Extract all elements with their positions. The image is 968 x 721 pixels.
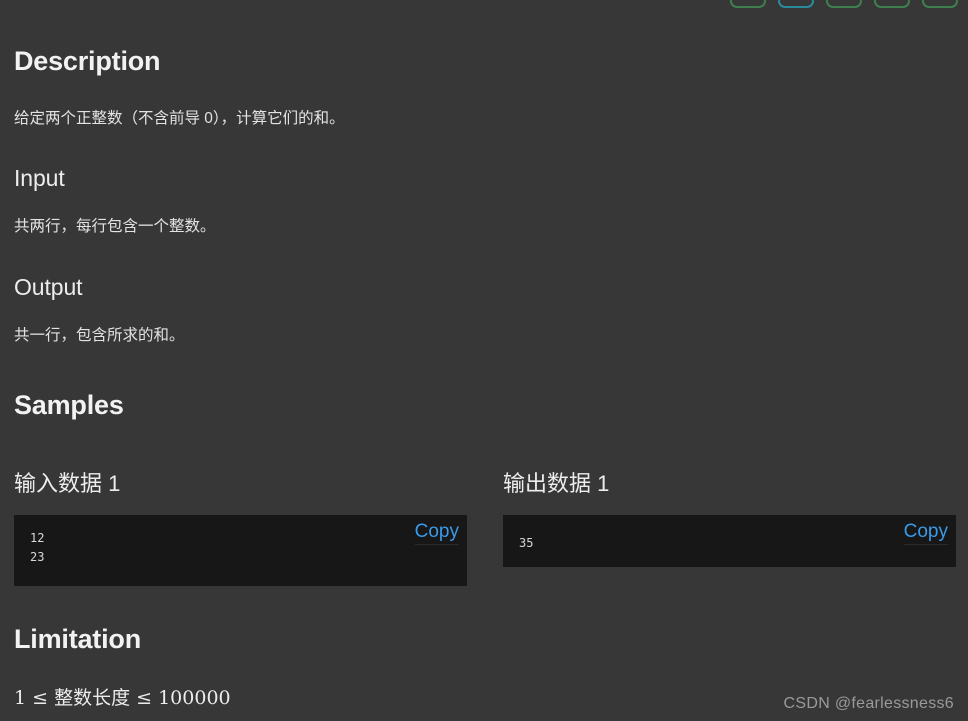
input-text: 共两行，每行包含一个整数。 <box>14 218 216 235</box>
sample-input-code: 12 23 <box>30 531 45 564</box>
input-heading: Input <box>14 165 65 191</box>
copy-output-button[interactable]: Copy <box>903 521 948 545</box>
copy-input-button[interactable]: Copy <box>414 521 459 545</box>
sample-input-label: 输入数据 1 <box>14 471 121 496</box>
sample-output-block: 输出数据 1 35 Copy <box>503 466 956 567</box>
watermark-text: CSDN @fearlessness6 <box>783 695 954 712</box>
samples-heading: Samples <box>14 390 124 420</box>
description-heading: Description <box>14 46 161 76</box>
output-text: 共一行，包含所求的和。 <box>14 327 185 344</box>
sample-output-label: 输出数据 1 <box>503 471 610 496</box>
limitation-heading: Limitation <box>14 624 141 654</box>
output-heading: Output <box>14 274 83 300</box>
sample-output-code: 35 <box>519 536 534 550</box>
problem-statement-page: Description 给定两个正整数（不含前导 0），计算它们的和。 Inpu… <box>0 0 968 721</box>
description-text: 给定两个正整数（不含前导 0），计算它们的和。 <box>14 110 345 127</box>
sample-input-code-box: 12 23 Copy <box>14 515 467 586</box>
sample-input-block: 输入数据 1 12 23 Copy <box>14 466 467 586</box>
sample-output-code-box: 35 Copy <box>503 515 956 567</box>
limitation-formula: 1 ≤ 整数长度 ≤ 100000 <box>14 687 231 709</box>
